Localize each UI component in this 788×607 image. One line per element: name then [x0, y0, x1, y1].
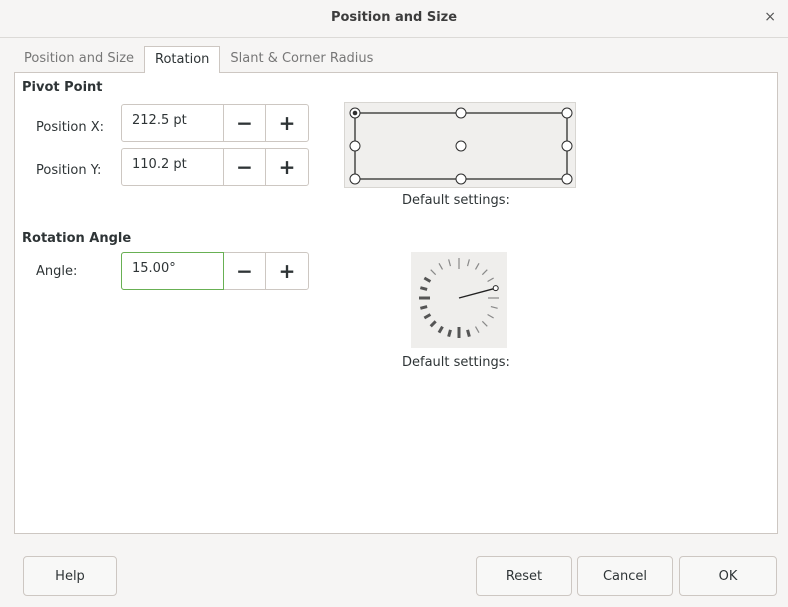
dial-tick-mark	[474, 326, 480, 333]
dial-tick-mark	[438, 263, 444, 270]
position-y-decrease-button[interactable]: −	[224, 149, 266, 185]
tab-bar: Position and Size Rotation Slant & Corne…	[14, 46, 383, 73]
dial-tick-mark	[437, 325, 444, 334]
reset-button[interactable]: Reset	[476, 556, 572, 596]
dial-tick-mark	[429, 320, 437, 328]
dial-tick-mark	[466, 259, 470, 267]
angle-spinbox: 15.00° − +	[121, 252, 309, 290]
dial-tick-mark	[466, 329, 471, 338]
title-bar: Position and Size ×	[0, 0, 788, 38]
position-x-increase-button[interactable]: +	[266, 105, 308, 141]
pivot-point-selector[interactable]	[344, 102, 576, 188]
position-y-label: Position Y:	[36, 163, 102, 178]
dial-tick-mark	[487, 313, 494, 319]
position-y-input[interactable]: 110.2 pt	[122, 149, 224, 185]
position-x-decrease-button[interactable]: −	[224, 105, 266, 141]
pivot-bottom-right-point[interactable]	[561, 173, 573, 185]
dial-tick-mark	[419, 286, 428, 291]
dial-tick-mark	[423, 313, 432, 320]
pivot-middle-left-point[interactable]	[349, 140, 361, 152]
tab-rotation[interactable]: Rotation	[144, 46, 221, 73]
position-x-label: Position X:	[36, 120, 105, 135]
position-y-increase-button[interactable]: +	[266, 149, 308, 185]
dial-tick-mark	[474, 263, 480, 270]
position-x-input[interactable]: 212.5 pt	[122, 105, 224, 141]
ok-button[interactable]: OK	[679, 556, 777, 596]
pivot-default-settings-label: Default settings:	[402, 193, 510, 208]
angle-decrease-button[interactable]: −	[224, 253, 266, 289]
pivot-top-center-point[interactable]	[455, 107, 467, 119]
pivot-center-point[interactable]	[455, 140, 467, 152]
tab-position-and-size[interactable]: Position and Size	[14, 46, 144, 72]
dial-pointer-handle[interactable]	[492, 285, 499, 292]
dial-tick-mark	[487, 277, 494, 283]
dial-tick-mark	[447, 329, 452, 338]
position-x-spinbox: 212.5 pt − +	[121, 104, 309, 142]
dial-pointer	[458, 287, 496, 299]
dial-tick-mark	[481, 320, 488, 327]
dial-tick-mark	[430, 269, 437, 276]
position-y-spinbox: 110.2 pt − +	[121, 148, 309, 186]
dial-tick-mark	[448, 259, 452, 267]
tab-slant-corner-radius[interactable]: Slant & Corner Radius	[220, 46, 383, 72]
pivot-bottom-center-point[interactable]	[455, 173, 467, 185]
help-button[interactable]: Help	[23, 556, 117, 596]
rotation-dial-graphic	[419, 258, 499, 338]
dial-tick-mark	[423, 276, 432, 283]
rotation-dial[interactable]	[411, 252, 507, 348]
dial-tick-mark	[490, 305, 498, 309]
rotation-angle-heading: Rotation Angle	[22, 231, 132, 246]
window-title: Position and Size	[330, 10, 458, 25]
pivot-bottom-left-point[interactable]	[349, 173, 361, 185]
dial-tick-mark	[419, 305, 428, 310]
cancel-button[interactable]: Cancel	[577, 556, 673, 596]
angle-input[interactable]: 15.00°	[121, 252, 224, 290]
dial-tick-mark	[481, 269, 488, 276]
pivot-selected-marker	[352, 110, 358, 116]
pivot-top-right-point[interactable]	[561, 107, 573, 119]
angle-label: Angle:	[36, 264, 78, 279]
angle-increase-button[interactable]: +	[266, 253, 308, 289]
rotation-default-settings-label: Default settings:	[402, 355, 510, 370]
pivot-point-diagram	[349, 107, 573, 185]
close-icon[interactable]: ×	[764, 9, 776, 25]
pivot-middle-right-point[interactable]	[561, 140, 573, 152]
pivot-point-heading: Pivot Point	[22, 80, 103, 95]
